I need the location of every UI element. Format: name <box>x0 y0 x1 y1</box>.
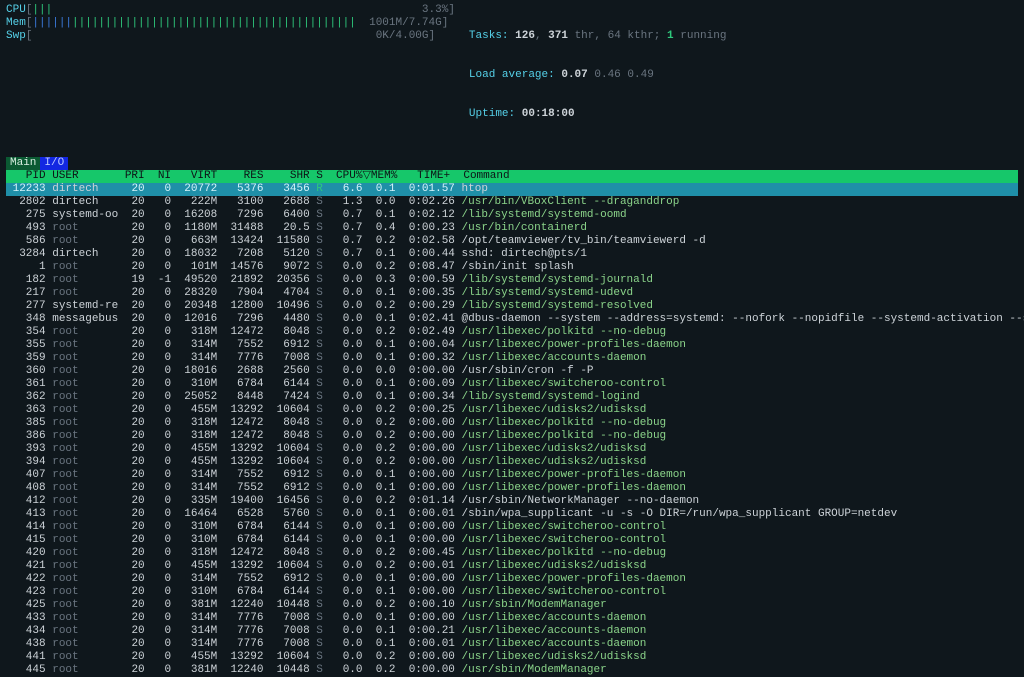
process-row[interactable]: 423 root 20 0 310M 6784 6144 S 0.0 0.1 0… <box>6 586 1018 599</box>
process-row[interactable]: 413 root 20 0 16464 6528 5760 S 0.0 0.1 … <box>6 508 1018 521</box>
process-row[interactable]: 277 systemd-re 20 0 20348 12800 10496 S … <box>6 300 1018 313</box>
process-row[interactable]: 394 root 20 0 455M 13292 10604 S 0.0 0.2… <box>6 456 1018 469</box>
process-row[interactable]: 441 root 20 0 455M 13292 10604 S 0.0 0.2… <box>6 651 1018 664</box>
process-row[interactable]: 433 root 20 0 314M 7776 7008 S 0.0 0.1 0… <box>6 612 1018 625</box>
tabs: MainI/O <box>6 157 1018 170</box>
process-row[interactable]: 363 root 20 0 455M 13292 10604 S 0.0 0.2… <box>6 404 1018 417</box>
process-row[interactable]: 385 root 20 0 318M 12472 8048 S 0.0 0.2 … <box>6 417 1018 430</box>
process-row[interactable]: 355 root 20 0 314M 7552 6912 S 0.0 0.1 0… <box>6 339 1018 352</box>
process-row[interactable]: 1 root 20 0 101M 14576 9072 S 0.0 0.2 0:… <box>6 261 1018 274</box>
process-row[interactable]: 412 root 20 0 335M 19400 16456 S 0.0 0.2… <box>6 495 1018 508</box>
process-row[interactable]: 2802 dirtech 20 0 222M 3100 2688 S 1.3 0… <box>6 196 1018 209</box>
process-row[interactable]: 360 root 20 0 18016 2688 2560 S 0.0 0.0 … <box>6 365 1018 378</box>
tab-main[interactable]: Main <box>6 157 40 170</box>
process-row[interactable]: 182 root 19 -1 49520 21892 20356 S 0.0 0… <box>6 274 1018 287</box>
process-row[interactable]: 12233 dirtech 20 0 20772 5376 3456 R 6.6… <box>6 183 1018 196</box>
process-row[interactable]: 493 root 20 0 1180M 31488 20.5 S 0.7 0.4… <box>6 222 1018 235</box>
process-row[interactable]: 408 root 20 0 314M 7552 6912 S 0.0 0.1 0… <box>6 482 1018 495</box>
process-row[interactable]: 359 root 20 0 314M 7776 7008 S 0.0 0.1 0… <box>6 352 1018 365</box>
process-row[interactable]: 414 root 20 0 310M 6784 6144 S 0.0 0.1 0… <box>6 521 1018 534</box>
process-list[interactable]: 12233 dirtech 20 0 20772 5376 3456 R 6.6… <box>6 183 1018 677</box>
process-row[interactable]: 217 root 20 0 28320 7904 4704 S 0.0 0.1 … <box>6 287 1018 300</box>
process-row[interactable]: 425 root 20 0 381M 12240 10448 S 0.0 0.2… <box>6 599 1018 612</box>
process-row[interactable]: 421 root 20 0 455M 13292 10604 S 0.0 0.2… <box>6 560 1018 573</box>
process-row[interactable]: 3284 dirtech 20 0 18032 7208 5120 S 0.7 … <box>6 248 1018 261</box>
process-row[interactable]: 422 root 20 0 314M 7552 6912 S 0.0 0.1 0… <box>6 573 1018 586</box>
process-row[interactable]: 386 root 20 0 318M 12472 8048 S 0.0 0.2 … <box>6 430 1018 443</box>
top-panel: CPU[||| 3.3%] Mem[||||||||||||||||||||||… <box>6 4 1018 147</box>
cpu-meter: CPU[||| 3.3%] <box>6 4 455 17</box>
process-row[interactable]: 415 root 20 0 310M 6784 6144 S 0.0 0.1 0… <box>6 534 1018 547</box>
process-row[interactable]: 586 root 20 0 663M 13424 11580 S 0.7 0.2… <box>6 235 1018 248</box>
column-header[interactable]: PID USER PRI NI VIRT RES SHR S CPU%▽MEM%… <box>6 170 1018 183</box>
process-row[interactable]: 434 root 20 0 314M 7776 7008 S 0.0 0.1 0… <box>6 625 1018 638</box>
process-row[interactable]: 407 root 20 0 314M 7552 6912 S 0.0 0.1 0… <box>6 469 1018 482</box>
process-row[interactable]: 362 root 20 0 25052 8448 7424 S 0.0 0.1 … <box>6 391 1018 404</box>
process-row[interactable]: 275 systemd-oo 20 0 16208 7296 6400 S 0.… <box>6 209 1018 222</box>
swp-meter: Swp[ 0K/4.00G] <box>6 30 455 43</box>
process-row[interactable]: 393 root 20 0 455M 13292 10604 S 0.0 0.2… <box>6 443 1018 456</box>
process-row[interactable]: 420 root 20 0 318M 12472 8048 S 0.0 0.2 … <box>6 547 1018 560</box>
stats: Tasks: 126, 371 thr, 64 kthr; 1 running … <box>469 4 1018 147</box>
process-row[interactable]: 348 messagebus 20 0 12016 7296 4480 S 0.… <box>6 313 1018 326</box>
tab-io[interactable]: I/O <box>40 157 68 170</box>
process-row[interactable]: 438 root 20 0 314M 7776 7008 S 0.0 0.1 0… <box>6 638 1018 651</box>
process-row[interactable]: 361 root 20 0 310M 6784 6144 S 0.0 0.1 0… <box>6 378 1018 391</box>
process-row[interactable]: 354 root 20 0 318M 12472 8048 S 0.0 0.2 … <box>6 326 1018 339</box>
meters: CPU[||| 3.3%] Mem[||||||||||||||||||||||… <box>6 4 455 147</box>
process-row[interactable]: 445 root 20 0 381M 12240 10448 S 0.0 0.2… <box>6 664 1018 677</box>
mem-meter: Mem[||||||||||||||||||||||||||||||||||||… <box>6 17 455 30</box>
